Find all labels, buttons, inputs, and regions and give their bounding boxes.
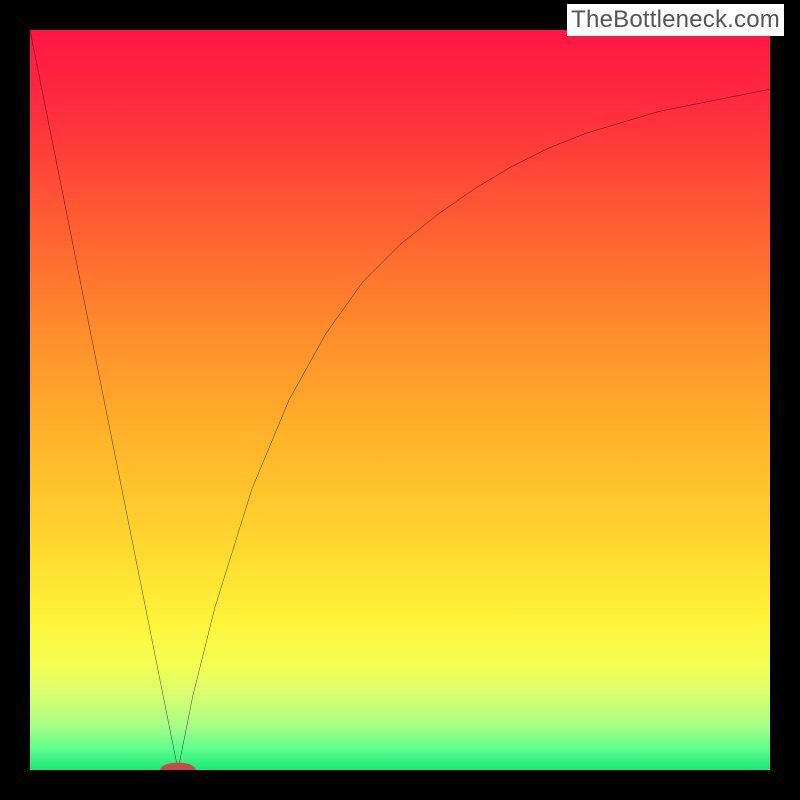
curve-layer [30, 30, 770, 770]
bottleneck-curve [30, 30, 770, 770]
min-marker [160, 763, 196, 770]
chart-frame: TheBottleneck.com [0, 0, 800, 800]
plot-area [30, 30, 770, 770]
watermark-text: TheBottleneck.com [567, 4, 784, 36]
